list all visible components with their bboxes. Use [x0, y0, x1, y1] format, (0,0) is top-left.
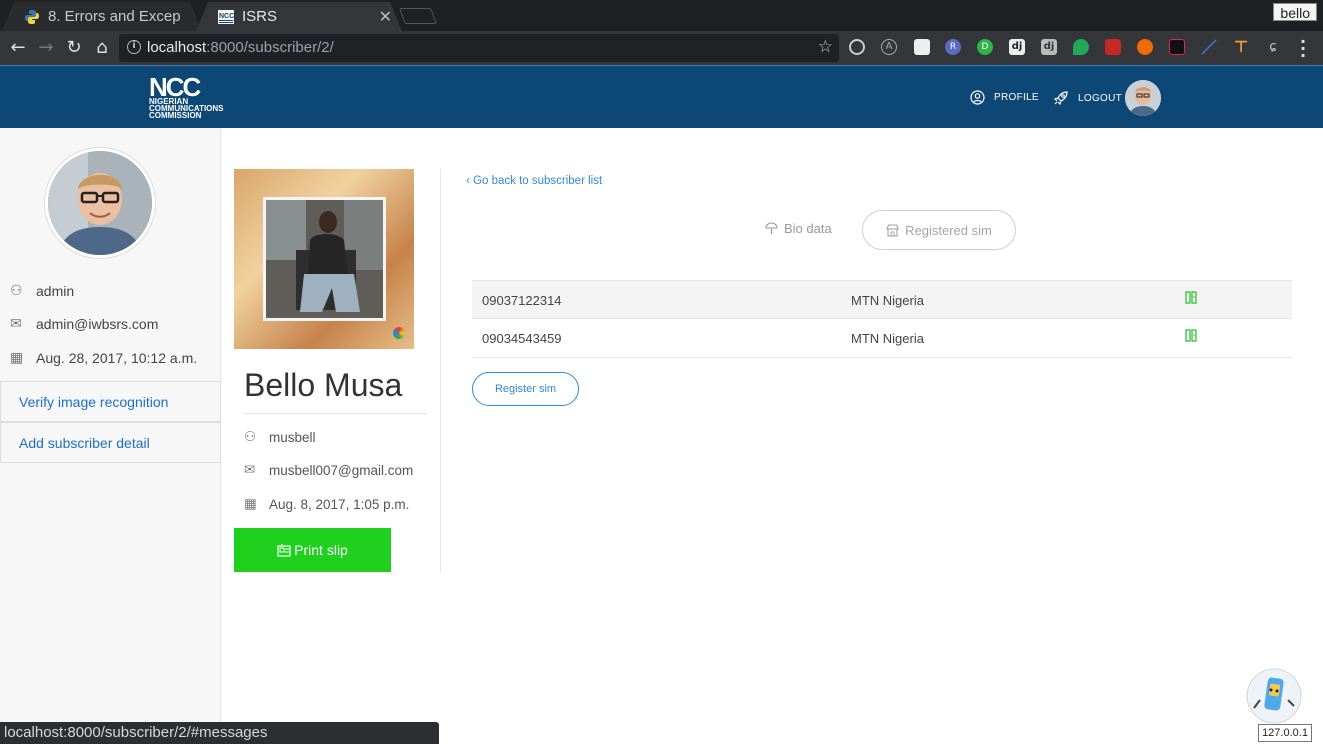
svg-text:NCC: NCC	[219, 13, 234, 20]
user-icon: ⚇	[244, 429, 257, 444]
browser-tab-errors[interactable]: 8. Errors and Excep	[2, 2, 202, 31]
info-icon[interactable]: i	[127, 40, 141, 54]
profile-icon	[970, 90, 985, 105]
admin-email: ✉ admin@iwbsrs.com	[10, 315, 159, 332]
extension-r-icon[interactable]: R	[945, 39, 961, 55]
browser-status-bar: localhost:8000/subscriber/2/#messages	[0, 722, 439, 744]
photo-frame	[263, 197, 386, 321]
sim-card-icon[interactable]	[1185, 291, 1197, 307]
sim-network: MTN Nigeria	[851, 331, 924, 346]
subscriber-username: ⚇ musbell	[244, 429, 316, 445]
browser-profile-badge[interactable]: bello	[1273, 3, 1317, 21]
admin-joined-date: ▦ Aug. 28, 2017, 10:12 a.m.	[10, 349, 198, 366]
extension-chat-icon[interactable]	[1073, 39, 1089, 55]
user-icon: ⚇	[10, 282, 23, 298]
extension-red-icon[interactable]	[1105, 39, 1121, 55]
envelope-icon: ✉	[10, 315, 22, 331]
extension-django-icon[interactable]: dj	[1041, 39, 1057, 55]
address-bar[interactable]: i localhost:8000/subscriber/2/ ☆	[119, 34, 839, 62]
sim-number: 09034543459	[482, 331, 562, 346]
envelope-icon: ✉	[244, 462, 256, 477]
table-row: 09034543459 MTN Nigeria	[472, 319, 1292, 358]
rocket-icon	[1053, 91, 1068, 106]
extension-slack-icon[interactable]	[1169, 39, 1185, 55]
id-card-icon	[277, 543, 291, 557]
tab-title: 8. Errors and Excep	[48, 8, 181, 25]
bookmark-star-icon[interactable]: ☆	[818, 37, 833, 57]
back-to-subscriber-list-link[interactable]: ‹ Go back to subscriber list	[466, 175, 602, 187]
subscriber-email: ✉ musbell007@gmail.com	[244, 462, 414, 478]
more-menu-icon[interactable]: · · ·	[1300, 34, 1306, 64]
url-text: localhost:8000/subscriber/2/	[147, 39, 334, 56]
tab-registered-sim[interactable]: Registered sim	[862, 210, 1016, 250]
watermark-logo-icon	[393, 327, 405, 339]
divider	[244, 413, 427, 414]
close-icon[interactable]: ✕	[379, 7, 392, 27]
admin-sidebar: ⚇ admin ✉ admin@iwbsrs.com ▦ Aug. 28, 20…	[0, 128, 221, 744]
register-sim-button[interactable]: Register sim	[472, 372, 579, 406]
home-icon[interactable]: ⌂	[92, 38, 112, 58]
logout-link[interactable]: LOGOUT	[1053, 90, 1122, 106]
subscriber-photo	[234, 169, 414, 349]
reload-icon[interactable]: ↻	[64, 38, 84, 58]
extension-target-icon[interactable]	[849, 39, 865, 55]
subscriber-name: Bello Musa	[244, 367, 403, 403]
forward-arrow-icon[interactable]: →	[36, 38, 56, 58]
profile-link[interactable]: PROFILE	[970, 90, 1039, 105]
subscriber-date: ▦ Aug. 8, 2017, 1:05 p.m.	[244, 496, 410, 512]
calendar-icon: ▦	[10, 349, 24, 365]
back-arrow-icon[interactable]: ←	[8, 38, 28, 58]
sim-card-icon[interactable]	[1185, 329, 1197, 345]
extension-d-icon[interactable]: D	[977, 39, 993, 55]
extension-swirl-icon[interactable]: ɕ	[1265, 39, 1281, 55]
site-header: NCC NIGERIAN COMMUNICATIONS COMMISSION P…	[0, 65, 1323, 128]
admin-username: ⚇ admin	[10, 282, 75, 299]
extension-t-icon[interactable]: ⊤	[1233, 39, 1249, 55]
tab-bio-data[interactable]: Bio data	[765, 221, 832, 236]
ncc-icon: NCC	[218, 9, 234, 24]
extension-a-icon[interactable]: A	[881, 39, 897, 55]
extension-puzzle-icon[interactable]	[914, 39, 930, 55]
avatar[interactable]	[1125, 80, 1161, 116]
avatar	[45, 148, 155, 258]
column-divider	[440, 169, 441, 573]
sim-number: 09037122314	[482, 293, 562, 308]
verify-image-recognition-link[interactable]: Verify image recognition	[0, 381, 221, 422]
new-tab-button[interactable]	[399, 8, 437, 24]
browser-toolbar: ← → ↻ ⌂ i localhost:8000/subscriber/2/ ☆…	[0, 31, 1323, 65]
extension-django-icon[interactable]: dj	[1009, 39, 1025, 55]
chevron-left-icon: ‹	[466, 175, 470, 187]
extension-pen-icon[interactable]	[1201, 39, 1217, 55]
ncc-logo[interactable]: NCC NIGERIAN COMMUNICATIONS COMMISSION	[149, 74, 224, 120]
python-icon	[25, 9, 39, 24]
table-row: 09037122314 MTN Nigeria	[472, 280, 1292, 319]
store-icon	[886, 223, 899, 237]
sim-network: MTN Nigeria	[851, 293, 924, 308]
browser-tab-isrs[interactable]: NCC ISRS ✕	[196, 2, 402, 31]
browser-tab-strip: 8. Errors and Excep NCC ISRS ✕ bello	[0, 0, 1323, 31]
extension-orange-icon[interactable]	[1137, 39, 1153, 55]
calendar-icon: ▦	[244, 496, 257, 511]
sim-mascot-widget[interactable]	[1246, 668, 1302, 724]
print-slip-button[interactable]: Print slip	[234, 528, 391, 572]
tab-title: ISRS	[242, 8, 278, 25]
ip-address-label: 127.0.0.1	[1258, 724, 1312, 742]
add-subscriber-detail-link[interactable]: Add subscriber detail	[0, 422, 221, 463]
registered-sim-table: 09037122314 MTN Nigeria 09034543459 MTN …	[472, 280, 1292, 358]
umbrella-icon	[765, 222, 778, 234]
